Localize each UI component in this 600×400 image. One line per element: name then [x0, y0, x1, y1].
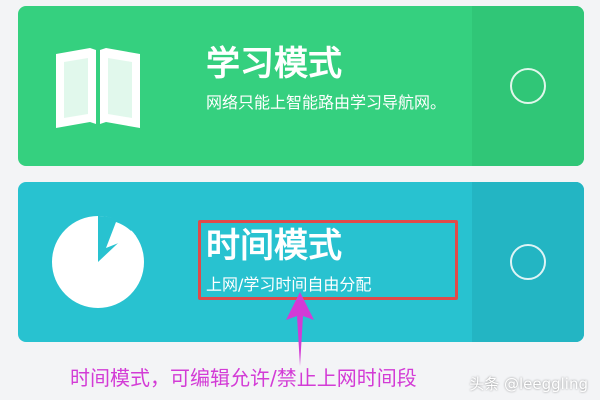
radio-circle-icon[interactable]	[510, 244, 546, 280]
learning-mode-select-area[interactable]	[472, 6, 584, 166]
annotation-text: 时间模式，可编辑允许/禁止上网时间段	[70, 366, 417, 390]
pie-chart-icon	[52, 215, 144, 308]
learning-mode-title: 学习模式	[206, 44, 342, 84]
learning-mode-description: 网络只能上智能路由学习导航网。	[206, 93, 447, 112]
up-arrow-icon	[286, 292, 314, 366]
screen: 学习模式 网络只能上智能路由学习导航网。 时间模式 上网/学习时间自由分配 时间…	[0, 0, 600, 400]
highlight-box	[198, 220, 458, 300]
learning-mode-card[interactable]: 学习模式 网络只能上智能路由学习导航网。	[18, 6, 584, 166]
radio-circle-icon[interactable]	[510, 68, 546, 104]
watermark: 头条 @leeggling	[469, 375, 588, 393]
open-book-icon	[56, 48, 140, 128]
time-mode-select-area[interactable]	[472, 182, 584, 342]
